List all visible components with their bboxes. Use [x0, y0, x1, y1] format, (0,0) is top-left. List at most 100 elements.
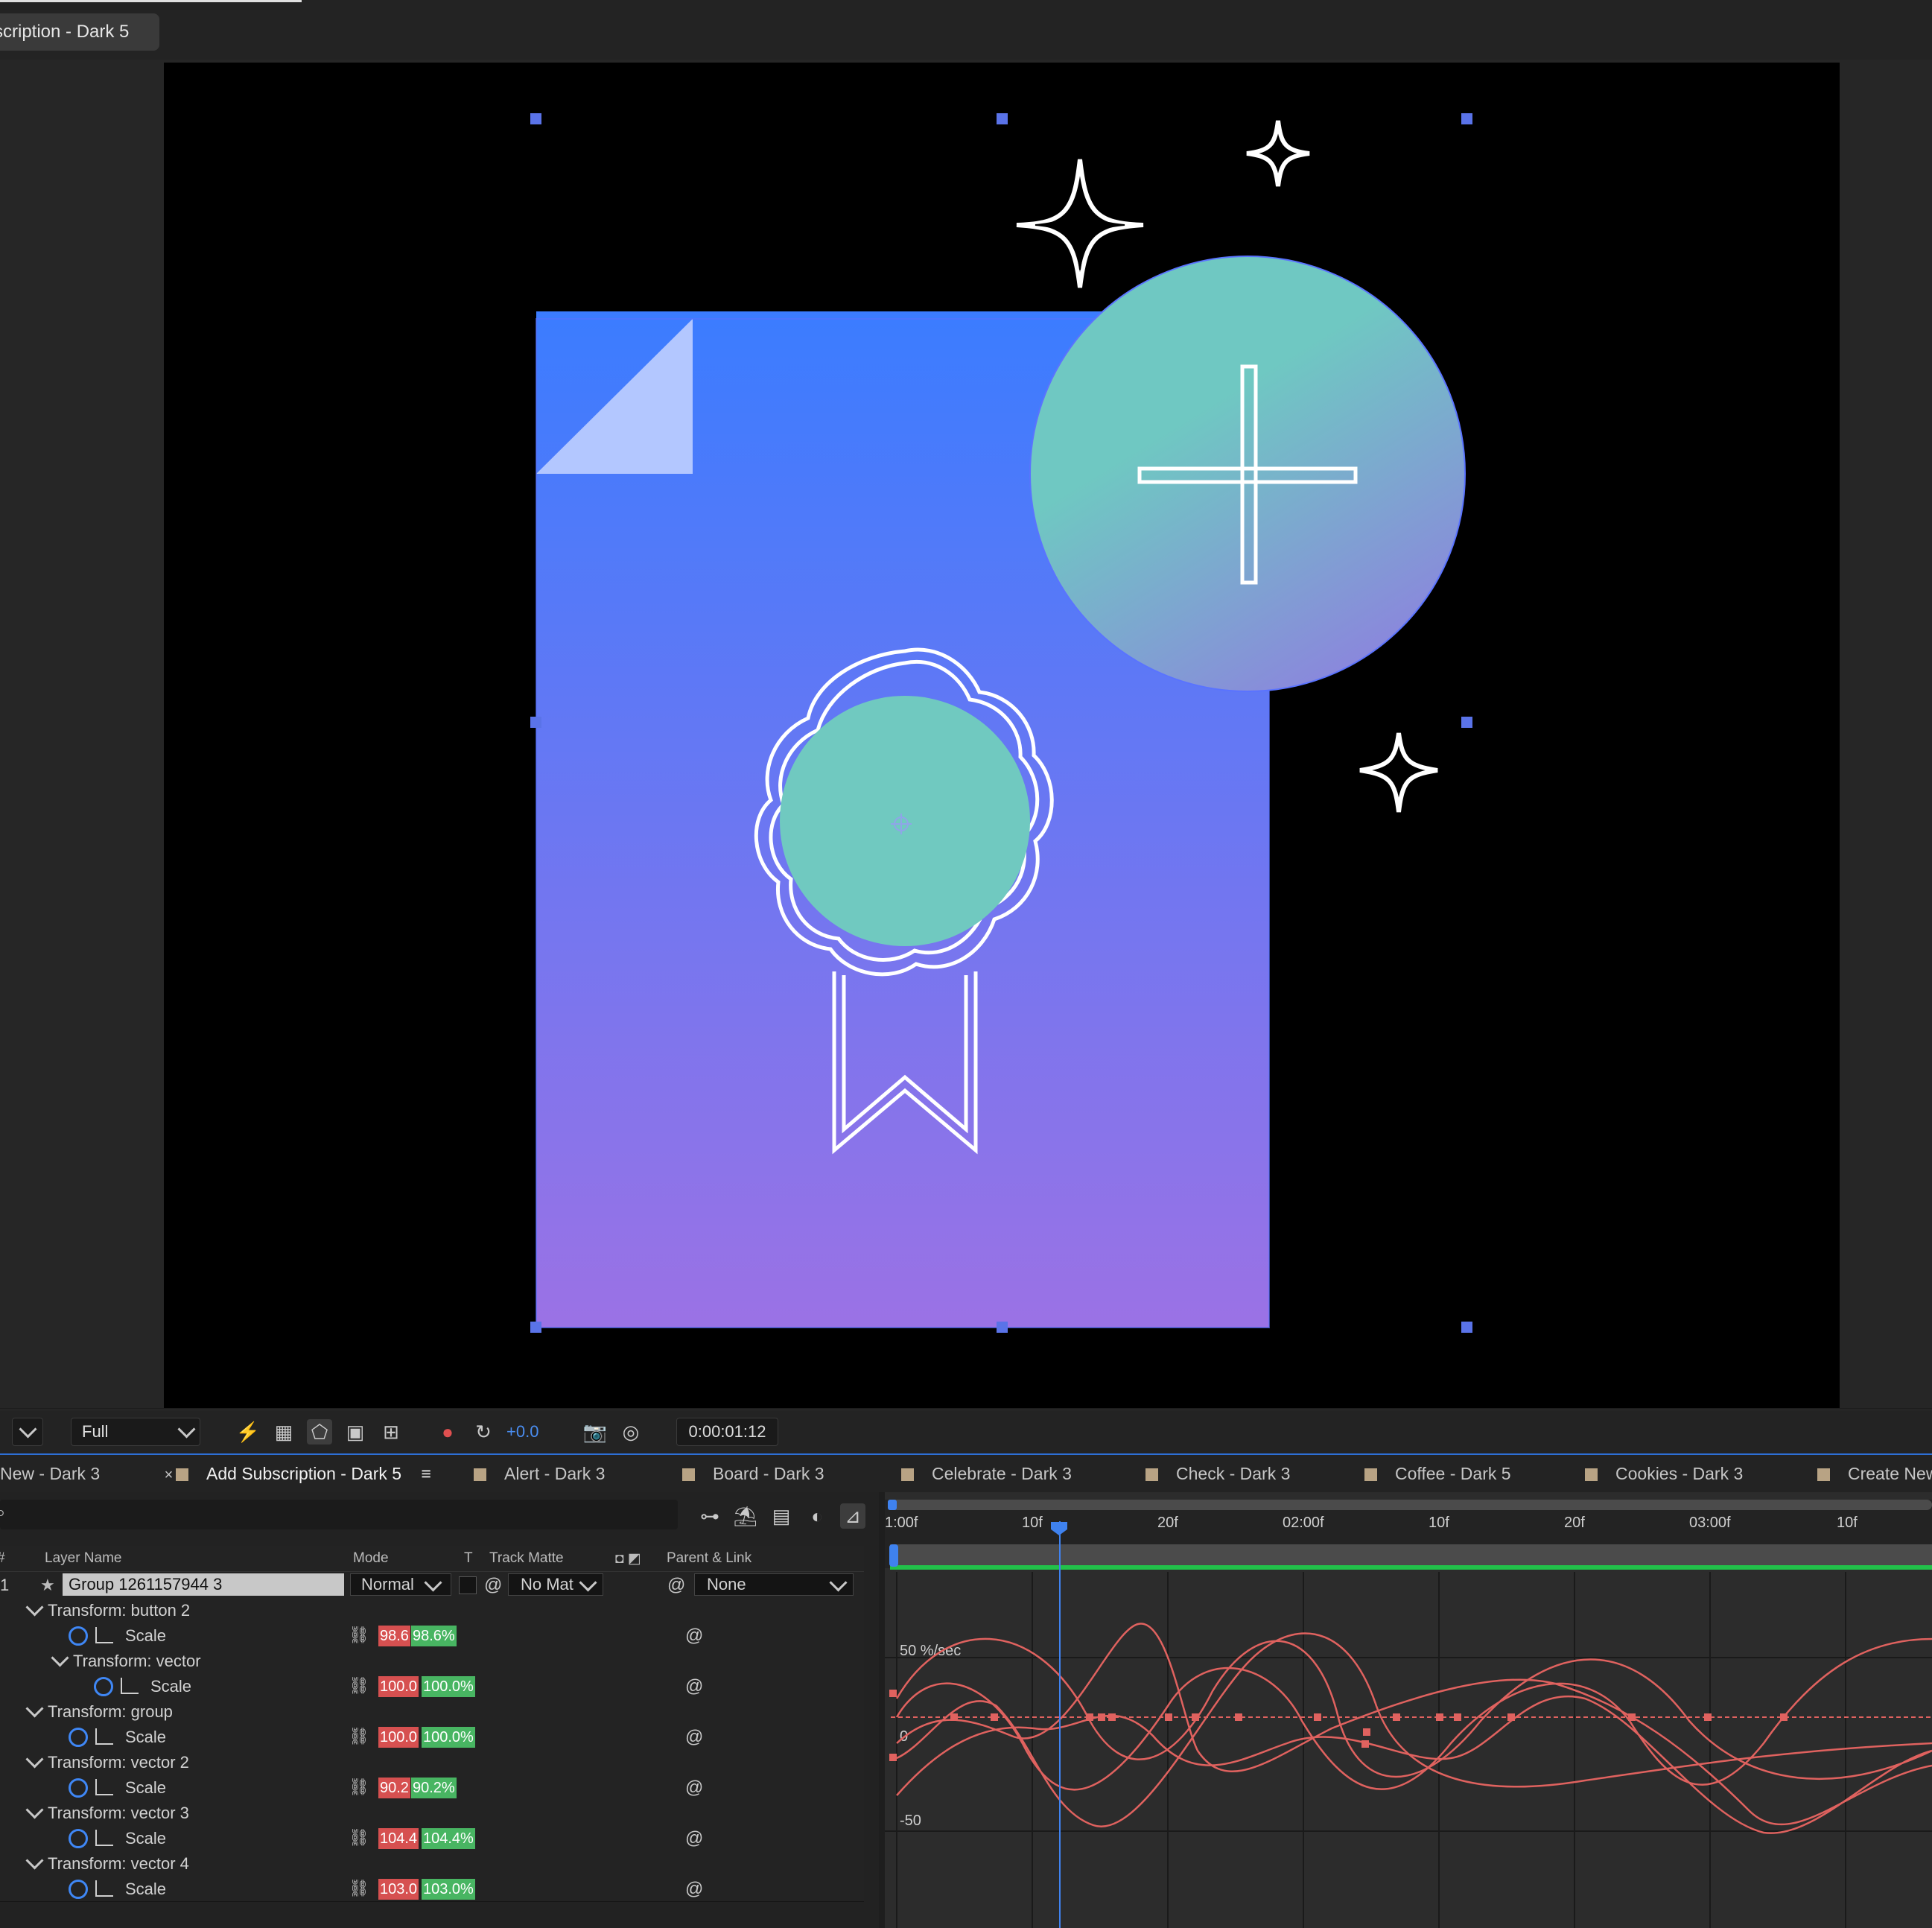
work-area-start-handle[interactable] — [888, 1500, 897, 1510]
expression-pickwhip-icon[interactable]: @ — [685, 1879, 703, 1900]
expression-pickwhip-icon[interactable]: @ — [685, 1778, 703, 1798]
tab-alert-dark-3[interactable]: Alert - Dark 3 — [474, 1455, 605, 1492]
scale-property-row[interactable]: Scale ⛓ 103.0 103.0% @ — [0, 1876, 864, 1902]
property-group-row[interactable]: Transform: group — [0, 1699, 864, 1725]
column-layer-name[interactable]: Layer Name — [45, 1550, 122, 1567]
scale-property-row[interactable]: Scale ⛓ 104.4 104.4% @ — [0, 1825, 864, 1851]
comp-mini-flowchart-icon[interactable]: ⊶ — [697, 1503, 722, 1529]
scale-property-row[interactable]: Scale ⛓ 98.6 98.6% @ — [0, 1623, 864, 1649]
reset-exposure-icon[interactable]: ↻ — [471, 1419, 496, 1445]
chevron-down-icon[interactable] — [25, 1851, 44, 1870]
region-of-interest-icon[interactable]: ▣ — [343, 1419, 368, 1445]
chevron-down-icon[interactable] — [25, 1750, 44, 1769]
stopwatch-icon[interactable] — [69, 1880, 88, 1899]
constrain-proportions-icon[interactable]: ⛓ — [349, 1727, 369, 1746]
value-graph[interactable]: 50 %/sec 0 -50 — [885, 1572, 1932, 1928]
tab-check-dark-3[interactable]: Check - Dark 3 — [1145, 1455, 1290, 1492]
snapshot-camera-icon[interactable]: 📷 — [582, 1419, 608, 1445]
scale-property-row[interactable]: Scale ⛓ 100.0 100.0% @ — [0, 1724, 864, 1750]
composition-canvas[interactable] — [164, 63, 1840, 1408]
tab-add-subscription-dark-5[interactable]: Add Subscription - Dark 5 ≡ — [176, 1455, 431, 1492]
composition-tab[interactable]: scription - Dark 5 — [0, 13, 159, 51]
motion-blur-icon[interactable]: ◐ — [804, 1503, 830, 1529]
frame-blending-icon[interactable]: ▤ — [769, 1503, 794, 1529]
scale-x-value[interactable]: 100.0 — [378, 1676, 419, 1697]
tab-board-dark-3[interactable]: Board - Dark 3 — [682, 1455, 824, 1492]
scale-y-value[interactable]: 104.4% — [422, 1828, 475, 1849]
work-area-bar[interactable] — [890, 1500, 1932, 1510]
scale-x-value[interactable]: 90.2 — [378, 1778, 410, 1798]
current-time-display[interactable]: 0:00:01:12 — [676, 1418, 778, 1446]
scale-x-value[interactable]: 103.0 — [378, 1879, 419, 1900]
graph-toggle-icon[interactable] — [95, 1779, 113, 1795]
scale-y-value[interactable]: 98.6% — [411, 1626, 457, 1646]
parent-pickwhip-icon[interactable]: @ — [667, 1575, 685, 1596]
tab-celebrate-dark-3[interactable]: Celebrate - Dark 3 — [901, 1455, 1072, 1492]
expression-pickwhip-icon[interactable]: @ — [685, 1626, 703, 1646]
scale-x-value[interactable]: 104.4 — [378, 1828, 419, 1849]
magnification-dropdown[interactable] — [12, 1418, 43, 1446]
preserve-transparency-checkbox[interactable] — [459, 1576, 477, 1594]
current-time-indicator[interactable] — [1059, 1521, 1061, 1928]
stopwatch-icon[interactable] — [69, 1829, 88, 1848]
scale-y-value[interactable]: 103.0% — [422, 1879, 475, 1900]
constrain-proportions-icon[interactable]: ⛓ — [349, 1676, 369, 1696]
property-group-row[interactable]: Transform: vector — [0, 1648, 864, 1674]
layer-name-field[interactable]: Group 1261157944 3 — [63, 1573, 344, 1596]
expression-pickwhip-icon[interactable]: @ — [685, 1727, 703, 1748]
mask-path-visibility-icon[interactable]: ⬠ — [307, 1419, 332, 1445]
tab-new-dark-3[interactable]: New - Dark 3 × — [0, 1455, 173, 1492]
constrain-proportions-icon[interactable]: ⛓ — [349, 1828, 369, 1848]
chevron-down-icon[interactable] — [25, 1801, 44, 1819]
stopwatch-icon[interactable] — [94, 1677, 113, 1696]
close-icon[interactable]: × — [165, 1467, 174, 1483]
blend-mode-dropdown[interactable]: Normal — [350, 1573, 451, 1596]
constrain-proportions-icon[interactable]: ⛓ — [349, 1778, 369, 1797]
constrain-proportions-icon[interactable]: ⛓ — [349, 1626, 369, 1645]
graph-toggle-icon[interactable] — [121, 1678, 139, 1694]
scale-property-row[interactable]: Scale ⛓ 100.0 100.0% @ — [0, 1673, 864, 1699]
property-group-row[interactable]: Transform: vector 3 — [0, 1800, 864, 1826]
tab-cookies-dark-3[interactable]: Cookies - Dark 3 — [1585, 1455, 1743, 1492]
graph-toggle-icon[interactable] — [95, 1880, 113, 1897]
track-matte-pickwhip-icon[interactable]: @ — [484, 1575, 502, 1596]
tab-create-new[interactable]: Create New — [1817, 1455, 1932, 1492]
color-channels-icon[interactable]: ● — [435, 1419, 460, 1445]
show-snapshot-icon[interactable]: ◎ — [618, 1419, 644, 1445]
constrain-proportions-icon[interactable]: ⛓ — [349, 1879, 369, 1898]
chevron-down-icon[interactable] — [25, 1598, 44, 1617]
chevron-down-icon[interactable] — [25, 1699, 44, 1718]
layer-row[interactable]: 1 ★ Group 1261157944 3 Normal @ No Mat @… — [0, 1572, 864, 1598]
resolution-dropdown[interactable]: Full — [71, 1418, 200, 1446]
transparency-grid-icon[interactable]: ▦ — [271, 1419, 296, 1445]
graph-editor-icon[interactable]: ⊿ — [840, 1503, 865, 1529]
expression-pickwhip-icon[interactable]: @ — [685, 1828, 703, 1849]
scale-y-value[interactable]: 90.2% — [411, 1778, 457, 1798]
layer-search-input[interactable]: ⌕ — [0, 1500, 678, 1529]
scale-property-row[interactable]: Scale ⛓ 90.2 90.2% @ — [0, 1775, 864, 1801]
fast-previews-icon[interactable]: ⚡ — [235, 1419, 261, 1445]
stopwatch-icon[interactable] — [69, 1626, 88, 1646]
property-group-row[interactable]: Transform: vector 2 — [0, 1749, 864, 1775]
scale-x-value[interactable]: 100.0 — [378, 1727, 419, 1748]
chevron-down-icon[interactable] — [51, 1649, 69, 1667]
exposure-value[interactable]: +0.0 — [506, 1419, 538, 1445]
grid-guides-icon[interactable]: ⊞ — [378, 1419, 404, 1445]
graph-toggle-icon[interactable] — [95, 1627, 113, 1643]
time-navigator-bar[interactable] — [890, 1544, 1932, 1567]
panel-menu-icon[interactable]: ≡ — [421, 1464, 430, 1483]
expression-pickwhip-icon[interactable]: @ — [685, 1676, 703, 1697]
draft-3d-icon[interactable]: ⛱ — [733, 1503, 758, 1529]
track-matte-dropdown[interactable]: No Mat — [508, 1573, 603, 1596]
property-group-row[interactable]: Transform: button 2 — [0, 1597, 864, 1623]
tab-coffee-dark-5[interactable]: Coffee - Dark 5 — [1364, 1455, 1511, 1492]
stopwatch-icon[interactable] — [69, 1778, 88, 1798]
graph-toggle-icon[interactable] — [95, 1830, 113, 1846]
graph-toggle-icon[interactable] — [95, 1728, 113, 1745]
navigator-start-handle[interactable] — [889, 1544, 898, 1567]
scale-y-value[interactable]: 100.0% — [422, 1676, 475, 1697]
scale-x-value[interactable]: 98.6 — [378, 1626, 410, 1646]
parent-dropdown[interactable]: None — [694, 1573, 854, 1596]
scale-y-value[interactable]: 100.0% — [422, 1727, 475, 1748]
add-circle-icon[interactable] — [1029, 256, 1466, 692]
